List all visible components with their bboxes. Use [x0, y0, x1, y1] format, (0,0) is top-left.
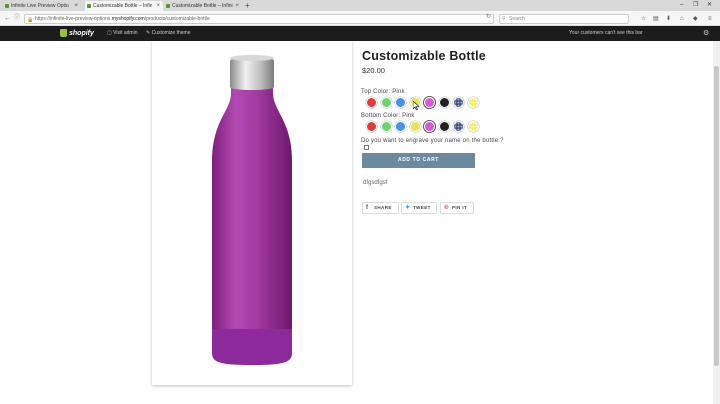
twitter-icon: ✦ [405, 205, 411, 211]
page-scrollbar[interactable] [713, 41, 720, 404]
product-description: dfgsdfgsf [363, 180, 388, 186]
swatch-green[interactable] [380, 121, 392, 132]
url-path: /products/customizable-bottle [144, 16, 210, 22]
back-icon[interactable]: ← [4, 11, 11, 26]
search-input[interactable]: ⚲ Search [499, 14, 629, 24]
top-color-label: Top Color: Pink [361, 89, 405, 95]
shopify-favicon-icon [166, 4, 170, 8]
share-twitter-button[interactable]: ✦ TWEET [401, 202, 437, 214]
browser-nav-bar: ← ⓘ 🔒 https://infinite-live-preview-opti… [0, 11, 720, 26]
search-placeholder: Search [509, 16, 525, 22]
close-icon[interactable]: × [74, 1, 78, 11]
customize-theme-label: Customize theme [151, 30, 191, 36]
close-icon[interactable]: × [156, 1, 160, 11]
close-icon[interactable]: × [235, 1, 239, 11]
close-window-icon[interactable]: ✕ [707, 0, 712, 11]
tab-label: Infinite Live Preview Optio [11, 3, 69, 9]
pinterest-icon: ℗ [444, 205, 449, 211]
swatch-red[interactable] [366, 121, 377, 132]
browser-tab-3[interactable]: Customizable Bottle – Infini × [164, 1, 242, 11]
engrave-checkbox[interactable] [364, 145, 369, 150]
reading-list-icon[interactable]: ▤ [653, 14, 659, 24]
logo-text: shopify [69, 30, 94, 37]
info-icon[interactable]: ⓘ [14, 11, 20, 26]
menu-icon[interactable]: ≡ [708, 14, 712, 24]
share-facebook-label: SHARE [374, 205, 392, 210]
swatch-green[interactable] [380, 97, 392, 108]
pocket-icon[interactable]: ◆ [693, 14, 698, 24]
admin-bar-notice: Your customers can't see this bar [569, 30, 643, 36]
visit-admin-label: Visit admin [113, 30, 138, 36]
swatch-pink[interactable] [424, 97, 435, 108]
shopify-admin-bar: shopify ▢ Visit admin ✎ Customize theme … [0, 26, 720, 41]
swatch-yellow-pattern[interactable] [467, 121, 479, 132]
facebook-icon: f [366, 205, 369, 211]
swatch-blue[interactable] [395, 97, 406, 108]
swatch-pink[interactable] [424, 121, 435, 132]
add-to-cart-button[interactable]: ADD TO CART [362, 153, 475, 168]
browser-tab-bar: Infinite Live Preview Optio × Customizab… [0, 0, 720, 11]
scrollbar-thumb[interactable] [714, 66, 719, 366]
share-twitter-label: TWEET [413, 205, 431, 210]
share-facebook-button[interactable]: f SHARE [362, 202, 399, 214]
swatch-red[interactable] [366, 97, 377, 108]
lock-icon: 🔒 [27, 17, 34, 23]
download-icon[interactable]: ⬇ [666, 14, 671, 24]
home-icon[interactable]: ⌂ [680, 14, 684, 24]
product-title: Customizable Bottle [362, 49, 486, 63]
bottom-color-label: Bottom Color: Pink [361, 113, 415, 119]
browser-tab-2[interactable]: Customizable Bottle – Infin × [85, 1, 163, 11]
browser-tab-1[interactable]: Infinite Live Preview Optio × [3, 1, 81, 11]
swatch-blue[interactable] [395, 121, 406, 132]
swatch-yellow[interactable] [409, 121, 421, 132]
product-image-frame [152, 41, 352, 385]
share-pinterest-label: PIN IT [452, 205, 468, 210]
mouse-cursor-icon [413, 101, 419, 110]
url-prefix: https://infinite-live-preview-options. [35, 16, 112, 22]
shopify-logo[interactable]: shopify [60, 28, 94, 39]
minimize-icon[interactable]: – [680, 0, 683, 11]
new-tab-plus-icon[interactable]: + [245, 0, 250, 11]
swatch-black[interactable] [438, 97, 450, 108]
address-bar[interactable]: 🔒 https://infinite-live-preview-options.… [24, 14, 494, 24]
shopify-bag-icon [60, 29, 67, 37]
bottle-image [212, 55, 292, 365]
url-domain: myshopify.com [111, 16, 145, 22]
swatch-black[interactable] [438, 121, 450, 132]
visit-admin-link[interactable]: ▢ Visit admin [107, 26, 138, 41]
search-icon: ⚲ [502, 16, 506, 22]
gear-icon[interactable]: ⚙ [703, 26, 709, 41]
shopify-favicon-icon [87, 4, 91, 8]
tab-label: Customizable Bottle – Infini [172, 3, 233, 9]
reload-icon[interactable]: ↻ [486, 13, 491, 20]
swatch-yellow-pattern[interactable] [467, 97, 479, 108]
share-pinterest-button[interactable]: ℗ PIN IT [440, 202, 474, 214]
engrave-question: Do you want to engrave your name on the … [361, 138, 504, 144]
tab-label: Customizable Bottle – Infin [93, 3, 153, 9]
product-price: $20.00 [362, 66, 385, 75]
bookmark-star-icon[interactable]: ☆ [641, 14, 646, 24]
swatch-navy-pattern[interactable] [453, 121, 464, 132]
restore-icon[interactable]: ❐ [693, 0, 698, 11]
swatch-navy-pattern[interactable] [453, 97, 464, 108]
customize-theme-link[interactable]: ✎ Customize theme [146, 26, 191, 41]
shopify-favicon-icon [5, 4, 9, 8]
